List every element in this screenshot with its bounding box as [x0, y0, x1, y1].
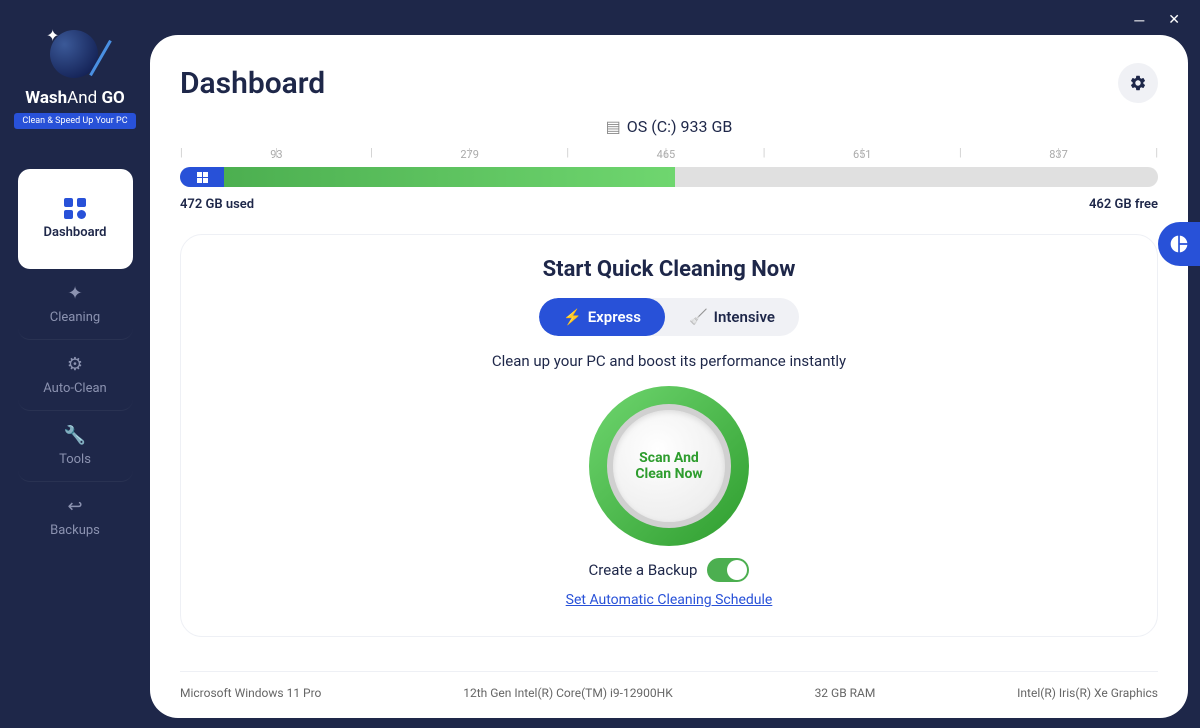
- nav-label: Backups: [50, 523, 100, 538]
- nav-label: Tools: [59, 452, 91, 467]
- nav-backups[interactable]: ↩ Backups: [18, 482, 133, 552]
- os-info: Microsoft Windows 11 Pro: [180, 686, 321, 700]
- windows-icon: [197, 172, 208, 183]
- gpu-info: Intel(R) Iris(R) Xe Graphics: [1017, 686, 1158, 700]
- disk-usage-bar: [180, 167, 1158, 187]
- sparkle-icon: ✦: [67, 283, 82, 304]
- sparkle-icon: ✦: [46, 26, 59, 45]
- bolt-icon: ⚡: [563, 308, 582, 326]
- cpu-info: 12th Gen Intel(R) Core(TM) i9-12900HK: [463, 686, 673, 700]
- system-info-footer: Microsoft Windows 11 Pro 12th Gen Intel(…: [180, 671, 1158, 700]
- nav-autoclean[interactable]: ⚙ Auto-Clean: [18, 340, 133, 411]
- schedule-link[interactable]: Set Automatic Cleaning Schedule: [566, 592, 773, 608]
- nav-tools[interactable]: 🔧 Tools: [18, 411, 133, 482]
- backup-label: Create a Backup: [589, 561, 698, 579]
- scan-clean-button[interactable]: Scan And Clean Now: [589, 386, 749, 546]
- mode-toggle: ⚡ Express 🧹 Intensive: [539, 298, 799, 336]
- mode-intensive[interactable]: 🧹 Intensive: [665, 298, 799, 336]
- dashboard-icon: [64, 198, 87, 219]
- disk-used-label: 472 GB used: [180, 197, 254, 212]
- wrench-icon: 🔧: [64, 425, 86, 446]
- gear-icon: [1129, 74, 1147, 92]
- page-title: Dashboard: [180, 66, 325, 101]
- disk-free-label: 462 GB free: [1089, 197, 1158, 212]
- mode-express[interactable]: ⚡ Express: [539, 298, 665, 336]
- ram-info: 32 GB RAM: [815, 686, 876, 700]
- nav-label: Auto-Clean: [43, 381, 106, 396]
- settings-button[interactable]: [1118, 63, 1158, 103]
- sidebar: ✦ WashAnd GO Clean & Speed Up Your PC Da…: [0, 0, 150, 728]
- brand-tagline: Clean & Speed Up Your PC: [14, 113, 135, 129]
- nav-label: Dashboard: [44, 225, 107, 240]
- nav-cleaning[interactable]: ✦ Cleaning: [18, 269, 133, 340]
- logo: ✦ WashAnd GO Clean & Speed Up Your PC: [14, 30, 135, 129]
- window-controls: ─ ✕: [1114, 0, 1200, 41]
- backup-toggle[interactable]: [707, 558, 749, 582]
- close-button[interactable]: ✕: [1168, 12, 1180, 29]
- hdd-icon: ▤: [606, 117, 621, 136]
- minimize-button[interactable]: ─: [1134, 12, 1144, 29]
- nav-dashboard[interactable]: Dashboard: [18, 169, 133, 269]
- undo-icon: ↩: [67, 496, 82, 517]
- cleaning-card: Start Quick Cleaning Now ⚡ Express 🧹 Int…: [180, 234, 1158, 637]
- nav-label: Cleaning: [50, 310, 100, 325]
- stats-side-tab[interactable]: [1158, 222, 1200, 266]
- disk-ruler: | 93 | 279 | 465 | 651 | 837 |: [180, 148, 1158, 161]
- broom-icon: 🧹: [689, 308, 708, 326]
- disk-label: ▤OS (C:) 933 GB: [180, 117, 1158, 136]
- main-panel: Dashboard ▤OS (C:) 933 GB | 93 | 279 | 4…: [150, 35, 1188, 718]
- brand-name: WashAnd GO: [14, 88, 135, 108]
- card-subtitle: Clean up your PC and boost its performan…: [221, 352, 1117, 370]
- system-segment: [180, 167, 224, 187]
- card-title: Start Quick Cleaning Now: [221, 257, 1117, 282]
- nav: Dashboard ✦ Cleaning ⚙ Auto-Clean 🔧 Tool…: [18, 169, 133, 552]
- gear-icon: ⚙: [67, 354, 83, 375]
- pie-chart-icon: [1169, 234, 1189, 254]
